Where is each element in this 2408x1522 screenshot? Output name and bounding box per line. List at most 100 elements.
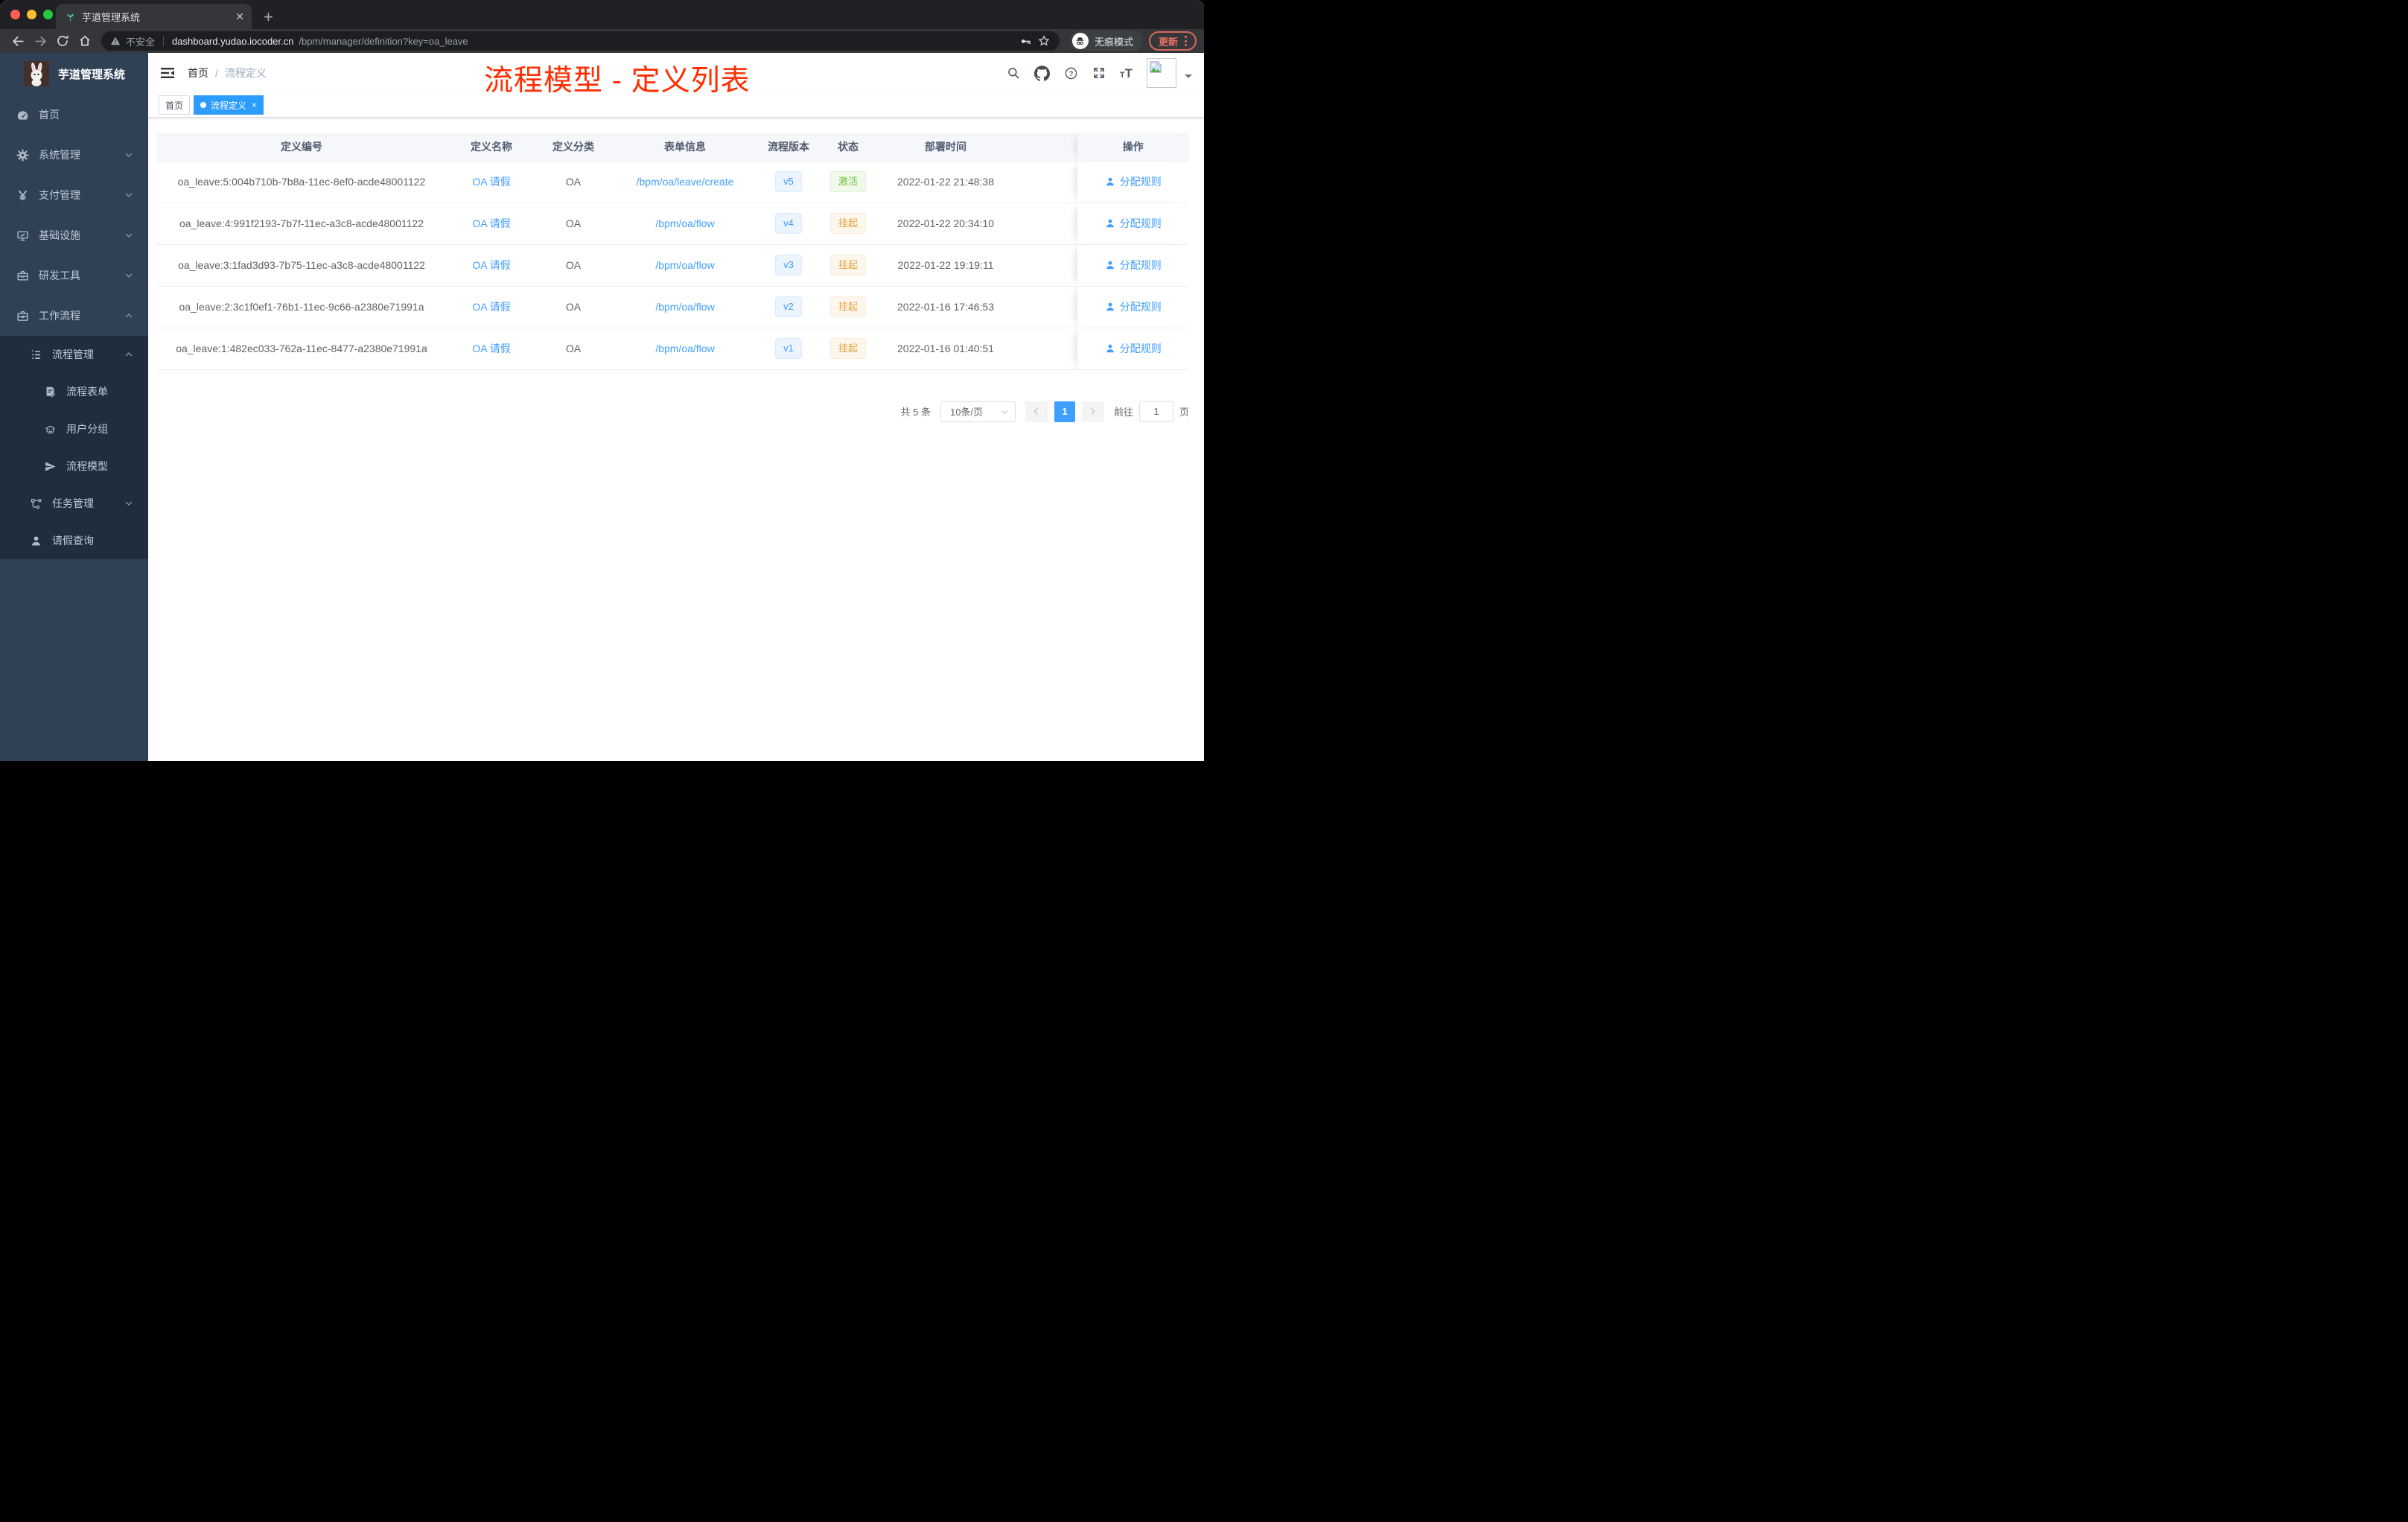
browser-tab[interactable]: 芋道管理系统 ✕ (56, 4, 252, 29)
prev-page-button[interactable] (1025, 401, 1048, 422)
table-row: oa_leave:2:3c1f0ef1-76b1-11ec-9c66-a2380… (156, 286, 1189, 328)
new-tab-button[interactable]: + (264, 9, 273, 25)
sidebar-item-基础设施[interactable]: 基础设施 (0, 215, 148, 255)
version-tag: v2 (775, 296, 802, 317)
form-link[interactable]: /bpm/oa/flow (655, 259, 714, 271)
tab-title: 芋道管理系统 (82, 11, 141, 23)
breadcrumb: 首页 / 流程定义 (188, 66, 267, 80)
definition-name-link[interactable]: OA 请假 (472, 259, 510, 271)
tree-list-icon (29, 348, 42, 361)
page-size-select[interactable]: 10条/页 (940, 401, 1016, 422)
sidebar-item-label: 流程模型 (66, 460, 108, 472)
sidebar-item-请假查询[interactable]: 请假查询 (0, 522, 148, 559)
table-header-row: 定义编号 定义名称 定义分类 表单信息 流程版本 状态 部署时间 操作 (156, 133, 1189, 162)
goto-page: 前往 页 (1114, 401, 1189, 422)
filler-cell (1013, 286, 1077, 328)
incognito-label: 无痕模式 (1094, 36, 1133, 48)
assign-rule-link[interactable]: 分配规则 (1105, 258, 1162, 273)
assign-rule-link[interactable]: 分配规则 (1105, 299, 1162, 314)
browser-update-button[interactable]: 更新 (1148, 31, 1197, 51)
assign-rule-link[interactable]: 分配规则 (1105, 216, 1162, 231)
definition-name-link[interactable]: OA 请假 (472, 217, 510, 229)
font-size-icon[interactable]: TT (1120, 67, 1133, 80)
sidebar-toggle-icon[interactable] (160, 66, 175, 80)
goto-page-input[interactable] (1138, 401, 1173, 422)
column-header-定义分类: 定义分类 (536, 133, 611, 162)
sidebar-item-系统管理[interactable]: 系统管理 (0, 135, 148, 175)
app-avatar (24, 61, 49, 86)
security-warning-icon[interactable] (110, 36, 121, 46)
reload-button[interactable] (52, 31, 73, 51)
password-key-icon[interactable] (1019, 35, 1032, 48)
help-icon[interactable]: ? (1064, 66, 1078, 80)
form-link[interactable]: /bpm/oa/leave/create (637, 176, 734, 188)
app-title: 芋道管理系统 (58, 68, 126, 81)
home-button[interactable] (74, 31, 95, 51)
window-zoom-button[interactable] (43, 10, 53, 19)
fullscreen-icon[interactable] (1092, 66, 1106, 80)
security-label[interactable]: 不安全 (126, 34, 155, 48)
definition-name-link[interactable]: OA 请假 (472, 301, 510, 313)
tab-close-icon[interactable]: ✕ (235, 10, 244, 23)
sidebar-item-研发工具[interactable]: 研发工具 (0, 255, 148, 296)
window-minimize-button[interactable] (27, 10, 36, 19)
version-tag: v1 (775, 338, 802, 359)
yen-icon (16, 189, 29, 202)
goto-label: 前往 (1113, 407, 1133, 418)
sidebar-item-任务管理[interactable]: 任务管理 (0, 485, 148, 522)
form-link[interactable]: /bpm/oa/flow (655, 343, 714, 354)
browser-window: 芋道管理系统 ✕ + 不安全 dashboard.yudao.iocoder.c… (0, 0, 1204, 761)
status-tag: 挂起 (829, 296, 866, 317)
url-domain: dashboard.yudao.iocoder.cn (172, 35, 294, 47)
search-icon[interactable] (1007, 66, 1020, 80)
navbar-actions: ? TT (1007, 58, 1192, 88)
form-link[interactable]: /bpm/oa/flow (655, 301, 714, 313)
filler-cell (1013, 203, 1077, 245)
column-header-流程版本: 流程版本 (759, 133, 818, 162)
pagination-total: 共 5 条 (900, 407, 931, 418)
category-cell: OA (536, 286, 611, 328)
definition-name-link[interactable]: OA 请假 (472, 343, 510, 354)
page-size-value: 10条/页 (949, 407, 984, 418)
column-header-操作: 操作 (1076, 133, 1189, 162)
page-content: 定义编号 定义名称 定义分类 表单信息 流程版本 状态 部署时间 操作 oa_leave:5:… (148, 118, 1204, 761)
current-page-button[interactable]: 1 (1054, 401, 1075, 422)
assign-rule-link[interactable]: 分配规则 (1105, 341, 1162, 356)
tag-close-icon[interactable]: × (252, 101, 257, 109)
sidebar-logo[interactable]: 芋道管理系统 (0, 53, 148, 95)
back-button[interactable] (7, 31, 28, 51)
assign-rule-link[interactable]: 分配规则 (1105, 174, 1162, 189)
sidebar-item-工作流程[interactable]: 工作流程 (0, 296, 148, 336)
user-avatar[interactable] (1147, 58, 1176, 88)
incognito-icon (1071, 33, 1089, 49)
definition-name-link[interactable]: OA 请假 (472, 176, 510, 188)
window-close-button[interactable] (10, 10, 20, 19)
chevron-down-icon (124, 231, 133, 240)
browser-menu-icon[interactable] (1185, 36, 1187, 46)
sidebar-item-用户分组[interactable]: 用户分组 (0, 410, 148, 448)
sidebar-item-首页[interactable]: 首页 (0, 95, 148, 135)
update-label: 更新 (1158, 36, 1178, 48)
goto-unit: 页 (1179, 407, 1189, 418)
column-header-定义编号: 定义编号 (156, 133, 447, 162)
address-bar[interactable]: 不安全 dashboard.yudao.iocoder.cn/bpm/manag… (101, 31, 1060, 51)
table-row: oa_leave:1:482ec033-762a-11ec-8477-a2380… (156, 328, 1189, 370)
tag-流程定义[interactable]: 流程定义 × (194, 95, 264, 115)
sidebar-item-支付管理[interactable]: 支付管理 (0, 175, 148, 215)
forward-button[interactable] (30, 31, 51, 51)
status-tag: 激活 (829, 171, 866, 192)
tag-label: 流程定义 (211, 100, 247, 111)
paper-plane-icon (43, 460, 57, 473)
github-icon[interactable] (1033, 65, 1050, 81)
sidebar-item-label: 工作流程 (39, 310, 80, 322)
tag-首页[interactable]: 首页 (159, 95, 191, 115)
sidebar-item-流程表单[interactable]: 流程表单 (0, 373, 148, 410)
avatar-caret-icon[interactable] (1185, 74, 1192, 82)
form-link[interactable]: /bpm/oa/flow (655, 217, 714, 229)
person-icon (1105, 302, 1115, 312)
next-page-button[interactable] (1081, 401, 1104, 422)
bookmark-star-icon[interactable] (1037, 34, 1051, 48)
sidebar-item-流程模型[interactable]: 流程模型 (0, 448, 148, 485)
sidebar-item-流程管理[interactable]: 流程管理 (0, 336, 148, 373)
breadcrumb-home[interactable]: 首页 (188, 66, 208, 80)
